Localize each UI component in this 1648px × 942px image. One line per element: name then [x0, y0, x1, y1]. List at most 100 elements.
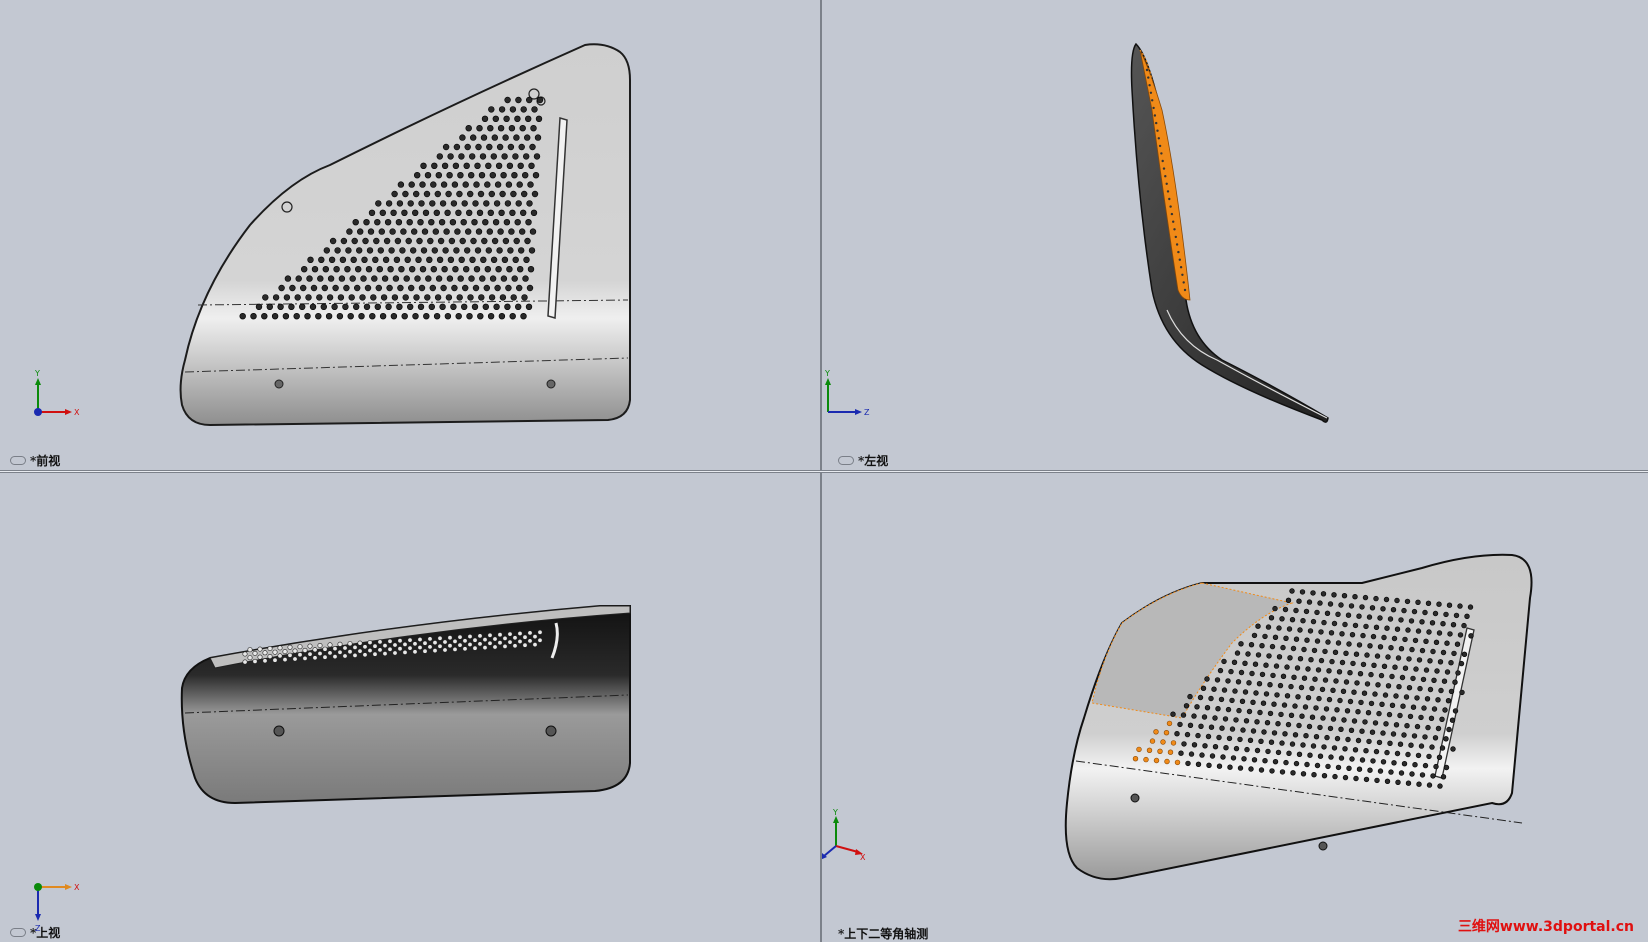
- perforation-hole: [1246, 708, 1253, 715]
- link-views-icon[interactable]: [838, 456, 854, 465]
- perforation-hole: [1443, 764, 1450, 771]
- link-views-icon[interactable]: [10, 928, 26, 937]
- perforation-hole: [1254, 747, 1261, 754]
- perforation-hole: [1356, 766, 1363, 772]
- perforation-hole: [1165, 182, 1168, 185]
- perforation-hole: [1298, 684, 1305, 691]
- perforation-hole: [1364, 681, 1371, 687]
- perforation-hole: [1313, 705, 1319, 711]
- perforation-hole: [261, 313, 268, 320]
- perforation-hole: [490, 153, 497, 160]
- perforation-hole: [457, 634, 463, 640]
- perforation-hole: [496, 143, 504, 151]
- perforation-hole: [503, 219, 511, 226]
- perforation-hole: [535, 115, 543, 123]
- perforation-hole: [530, 209, 538, 217]
- perforation-hole: [507, 247, 514, 254]
- perforation-hole: [317, 643, 323, 649]
- perforation-hole: [1297, 627, 1303, 633]
- perforation-hole: [1246, 680, 1252, 686]
- perforation-hole: [277, 303, 284, 310]
- perforation-hole: [1308, 657, 1314, 663]
- perforation-hole: [271, 313, 279, 320]
- perforation-hole: [1367, 767, 1373, 773]
- perforation-hole: [362, 644, 368, 650]
- perforation-hole: [1177, 250, 1180, 254]
- perforation-hole: [487, 124, 494, 132]
- perforation-hole: [357, 648, 363, 654]
- perforation-hole: [409, 266, 416, 273]
- perforation-hole: [1390, 607, 1397, 613]
- perforation-hole: [1335, 640, 1342, 646]
- perforation-hole: [1316, 695, 1322, 702]
- perforation-hole: [1435, 725, 1442, 732]
- viewport-left[interactable]: Y Z *左视: [822, 0, 1648, 470]
- perforation-hole: [305, 294, 312, 301]
- perforation-hole: [449, 219, 457, 226]
- perforation-hole: [509, 209, 516, 217]
- perforation-hole: [1356, 642, 1363, 648]
- perforation-hole: [1321, 773, 1328, 779]
- perforation-hole: [1261, 729, 1267, 735]
- perforation-hole: [257, 646, 263, 652]
- viewport-top[interactable]: Z X *上视: [0, 473, 820, 942]
- perforation-hole: [1396, 684, 1402, 690]
- perforation-hole: [372, 643, 378, 649]
- perforation-hole: [397, 284, 404, 292]
- watermark: 三维网www.3dportal.cn: [1457, 919, 1634, 935]
- perforation-hole: [434, 190, 441, 198]
- perforation-hole: [475, 228, 483, 235]
- perforation-hole: [352, 644, 358, 650]
- perforation-hole: [353, 303, 360, 310]
- view-label-left: *左视: [838, 452, 888, 469]
- viewport-front[interactable]: Y X *前视: [0, 0, 820, 470]
- perforation-hole: [1334, 707, 1340, 713]
- perforation-hole: [1236, 707, 1242, 714]
- perforation-hole: [1284, 664, 1290, 670]
- perforation-hole: [1181, 273, 1184, 276]
- perforation-hole: [452, 638, 458, 644]
- perforation-hole: [522, 153, 530, 160]
- perforation-hole: [477, 633, 483, 639]
- viewport-isometric[interactable]: Y X Z *上下二等角轴测: [822, 473, 1648, 942]
- perforation-hole: [1374, 777, 1380, 784]
- perforation-hole: [1216, 763, 1223, 769]
- perforation-hole: [1243, 718, 1250, 724]
- perforation-hole: [1415, 599, 1421, 606]
- perforation-hole: [493, 303, 500, 310]
- perforation-hole: [402, 294, 409, 301]
- perforation-hole: [1343, 679, 1350, 685]
- perforation-hole: [487, 632, 493, 638]
- perforation-hole: [1304, 637, 1310, 643]
- perforation-hole: [393, 256, 401, 263]
- perforation-hole: [1395, 779, 1401, 785]
- perforation-hole: [1402, 636, 1408, 643]
- perforation-hole: [527, 266, 535, 273]
- perforation-hole: [444, 209, 451, 217]
- perforation-hole: [525, 96, 533, 104]
- perforation-hole: [1242, 689, 1249, 695]
- perforation-hole: [489, 172, 496, 179]
- perforation-hole: [452, 266, 459, 273]
- link-views-icon[interactable]: [10, 456, 26, 465]
- perforation-hole: [492, 644, 498, 650]
- perforation-hole: [1216, 734, 1222, 741]
- perforation-hole: [1423, 638, 1429, 645]
- perforation-hole: [1385, 654, 1391, 660]
- perforation-hole: [497, 640, 503, 646]
- perforation-hole: [1404, 723, 1410, 729]
- perforation-hole: [459, 237, 466, 245]
- perforation-hole: [1454, 641, 1461, 647]
- perforation-hole: [1321, 744, 1327, 750]
- perforation-hole: [483, 200, 490, 207]
- perforation-hole: [487, 640, 493, 646]
- perforation-hole: [536, 96, 544, 104]
- perforation-hole: [1205, 733, 1212, 740]
- perforation-hole: [1303, 608, 1310, 615]
- perforation-hole: [1234, 650, 1241, 656]
- perforation-hole: [1433, 763, 1439, 770]
- perforation-hole: [287, 644, 293, 650]
- perforation-hole: [1363, 748, 1369, 754]
- perforation-hole: [441, 162, 449, 170]
- perforation-hole: [347, 313, 354, 320]
